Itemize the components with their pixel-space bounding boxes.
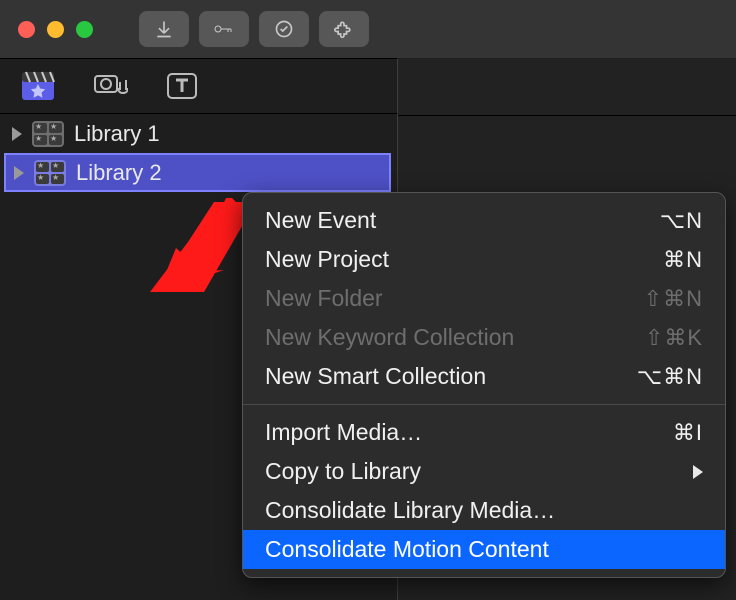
menu-item-shortcut: ⌘I bbox=[673, 420, 703, 446]
libraries-tab[interactable] bbox=[20, 68, 56, 104]
key-icon bbox=[214, 19, 234, 39]
menu-copy-to-library[interactable]: Copy to Library bbox=[243, 452, 725, 491]
menu-item-shortcut: ⌥⌘N bbox=[637, 364, 703, 390]
menu-item-label: New Smart Collection bbox=[265, 363, 637, 390]
menu-item-shortcut: ⇧⌘K bbox=[645, 325, 703, 351]
close-window-button[interactable] bbox=[18, 21, 35, 38]
menu-new-folder: New Folder ⇧⌘N bbox=[243, 279, 725, 318]
menu-item-label: New Folder bbox=[265, 285, 644, 312]
minimize-window-button[interactable] bbox=[47, 21, 64, 38]
checkmark-circle-icon bbox=[274, 19, 294, 39]
extensions-button[interactable] bbox=[319, 11, 369, 47]
zoom-window-button[interactable] bbox=[76, 21, 93, 38]
menu-new-keyword-collection: New Keyword Collection ⇧⌘K bbox=[243, 318, 725, 357]
menu-item-shortcut: ⇧⌘N bbox=[644, 286, 703, 312]
titlebar bbox=[0, 0, 736, 58]
library-row[interactable]: Library 1 bbox=[0, 114, 397, 153]
camera-music-icon bbox=[92, 68, 128, 104]
clapperboard-star-icon bbox=[20, 68, 56, 104]
keyword-editor-button[interactable] bbox=[199, 11, 249, 47]
menu-separator bbox=[243, 404, 725, 405]
context-menu: New Event ⌥N New Project ⌘N New Folder ⇧… bbox=[242, 192, 726, 578]
disclosure-triangle-icon[interactable] bbox=[12, 127, 22, 141]
library-label: Library 1 bbox=[74, 121, 160, 147]
menu-item-label: New Event bbox=[265, 207, 660, 234]
menu-item-shortcut: ⌥N bbox=[660, 208, 703, 234]
title-t-icon bbox=[164, 68, 200, 104]
menu-new-event[interactable]: New Event ⌥N bbox=[243, 201, 725, 240]
titles-generators-tab[interactable] bbox=[164, 68, 200, 104]
menu-item-label: Copy to Library bbox=[265, 458, 685, 485]
puzzle-icon bbox=[334, 19, 354, 39]
download-arrow-icon bbox=[154, 19, 174, 39]
import-button[interactable] bbox=[139, 11, 189, 47]
menu-consolidate-motion-content[interactable]: Consolidate Motion Content bbox=[243, 530, 725, 569]
library-icon bbox=[34, 160, 66, 186]
menu-import-media[interactable]: Import Media… ⌘I bbox=[243, 413, 725, 452]
menu-item-label: Import Media… bbox=[265, 419, 673, 446]
menu-item-shortcut: ⌘N bbox=[663, 247, 703, 273]
library-icon bbox=[32, 121, 64, 147]
photos-audio-tab[interactable] bbox=[92, 68, 128, 104]
disclosure-triangle-icon[interactable] bbox=[14, 166, 24, 180]
menu-new-smart-collection[interactable]: New Smart Collection ⌥⌘N bbox=[243, 357, 725, 396]
library-row-selected[interactable]: Library 2 bbox=[4, 153, 391, 192]
window-controls bbox=[18, 21, 93, 38]
menu-item-label: Consolidate Motion Content bbox=[265, 536, 703, 563]
menu-consolidate-library-media[interactable]: Consolidate Library Media… bbox=[243, 491, 725, 530]
menu-item-label: New Project bbox=[265, 246, 663, 273]
library-label: Library 2 bbox=[76, 160, 162, 186]
menu-new-project[interactable]: New Project ⌘N bbox=[243, 240, 725, 279]
menu-item-label: New Keyword Collection bbox=[265, 324, 645, 351]
background-tasks-button[interactable] bbox=[259, 11, 309, 47]
submenu-arrow-icon bbox=[693, 465, 703, 479]
menu-item-label: Consolidate Library Media… bbox=[265, 497, 703, 524]
browser-tabstrip bbox=[0, 58, 398, 114]
